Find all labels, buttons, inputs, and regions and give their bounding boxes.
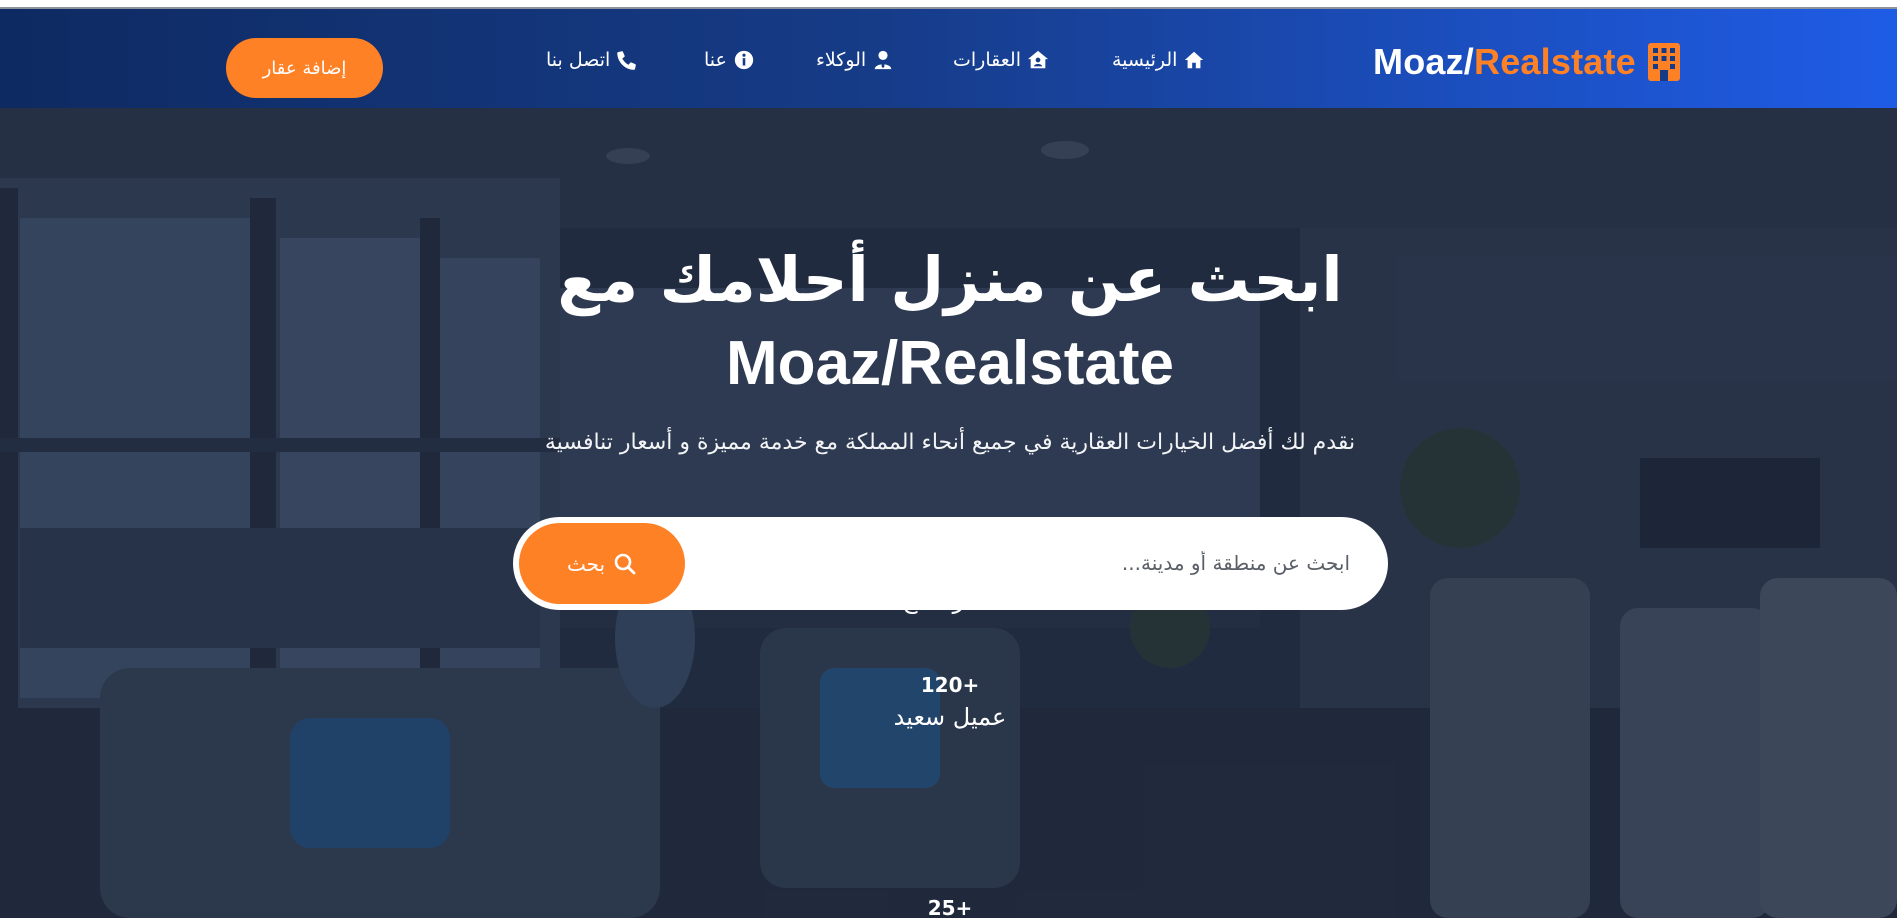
stat-properties-value: 500+ xyxy=(920,556,980,580)
nav-properties[interactable]: العقارات xyxy=(953,49,1049,71)
stat-properties-label: عقار متاح xyxy=(902,586,998,614)
home-icon xyxy=(1185,51,1204,69)
nav-home-label: الرئيسية xyxy=(1112,49,1178,71)
stat-properties: 500+ عقار متاح xyxy=(850,556,1050,614)
brand-name: Moaz/Realstate xyxy=(1373,41,1636,83)
building-icon xyxy=(1647,43,1680,81)
nav-about-label: عنا xyxy=(704,49,727,71)
house-user-icon xyxy=(1027,50,1049,69)
browser-top-strip xyxy=(0,0,1897,9)
phone-icon xyxy=(617,51,637,70)
stat-clients-label: عميل سعيد xyxy=(893,703,1007,731)
nav-agents-label: الوكلاء xyxy=(816,49,867,71)
brand-accent-text: Realstate xyxy=(1474,41,1636,82)
user-tie-icon xyxy=(874,50,892,70)
hero-title-line2: Moaz/Realstate xyxy=(726,329,1174,398)
brand-main-text: Moaz/ xyxy=(1373,41,1475,82)
hero-section: ابحث عن منزل أحلامك مع Moaz/Realstate نق… xyxy=(0,108,1897,918)
nav-contact-label: اتصل بنا xyxy=(546,49,611,71)
stat-third: 25+ xyxy=(850,896,1050,918)
search-button[interactable]: بحث xyxy=(519,523,685,604)
brand-logo[interactable]: Moaz/Realstate xyxy=(1373,37,1680,87)
hero-title: ابحث عن منزل أحلامك مع Moaz/Realstate xyxy=(440,238,1460,406)
nav-agents[interactable]: الوكلاء xyxy=(816,49,894,71)
hero-title-line1: ابحث عن منزل أحلامك مع xyxy=(557,243,1343,316)
stat-clients: 120+ عميل سعيد xyxy=(850,673,1050,731)
search-icon xyxy=(614,553,636,574)
nav-contact[interactable]: اتصل بنا xyxy=(546,49,638,71)
nav-home[interactable]: الرئيسية xyxy=(1112,49,1205,71)
stat-third-value: 25+ xyxy=(927,896,973,918)
navbar: Moaz/Realstate الرئيسية العقارات الوكلاء… xyxy=(0,9,1897,108)
info-circle-icon xyxy=(734,50,754,70)
stat-clients-value: 120+ xyxy=(920,673,980,697)
add-property-button[interactable]: إضافة عقار xyxy=(226,38,383,98)
nav-properties-label: العقارات xyxy=(953,49,1021,71)
hero-overlay xyxy=(0,108,1897,918)
hero-subtitle: نقدم لك أفضل الخيارات العقارية في جميع أ… xyxy=(544,430,1356,455)
nav-about[interactable]: عنا xyxy=(704,49,755,71)
search-button-label: بحث xyxy=(566,551,606,576)
